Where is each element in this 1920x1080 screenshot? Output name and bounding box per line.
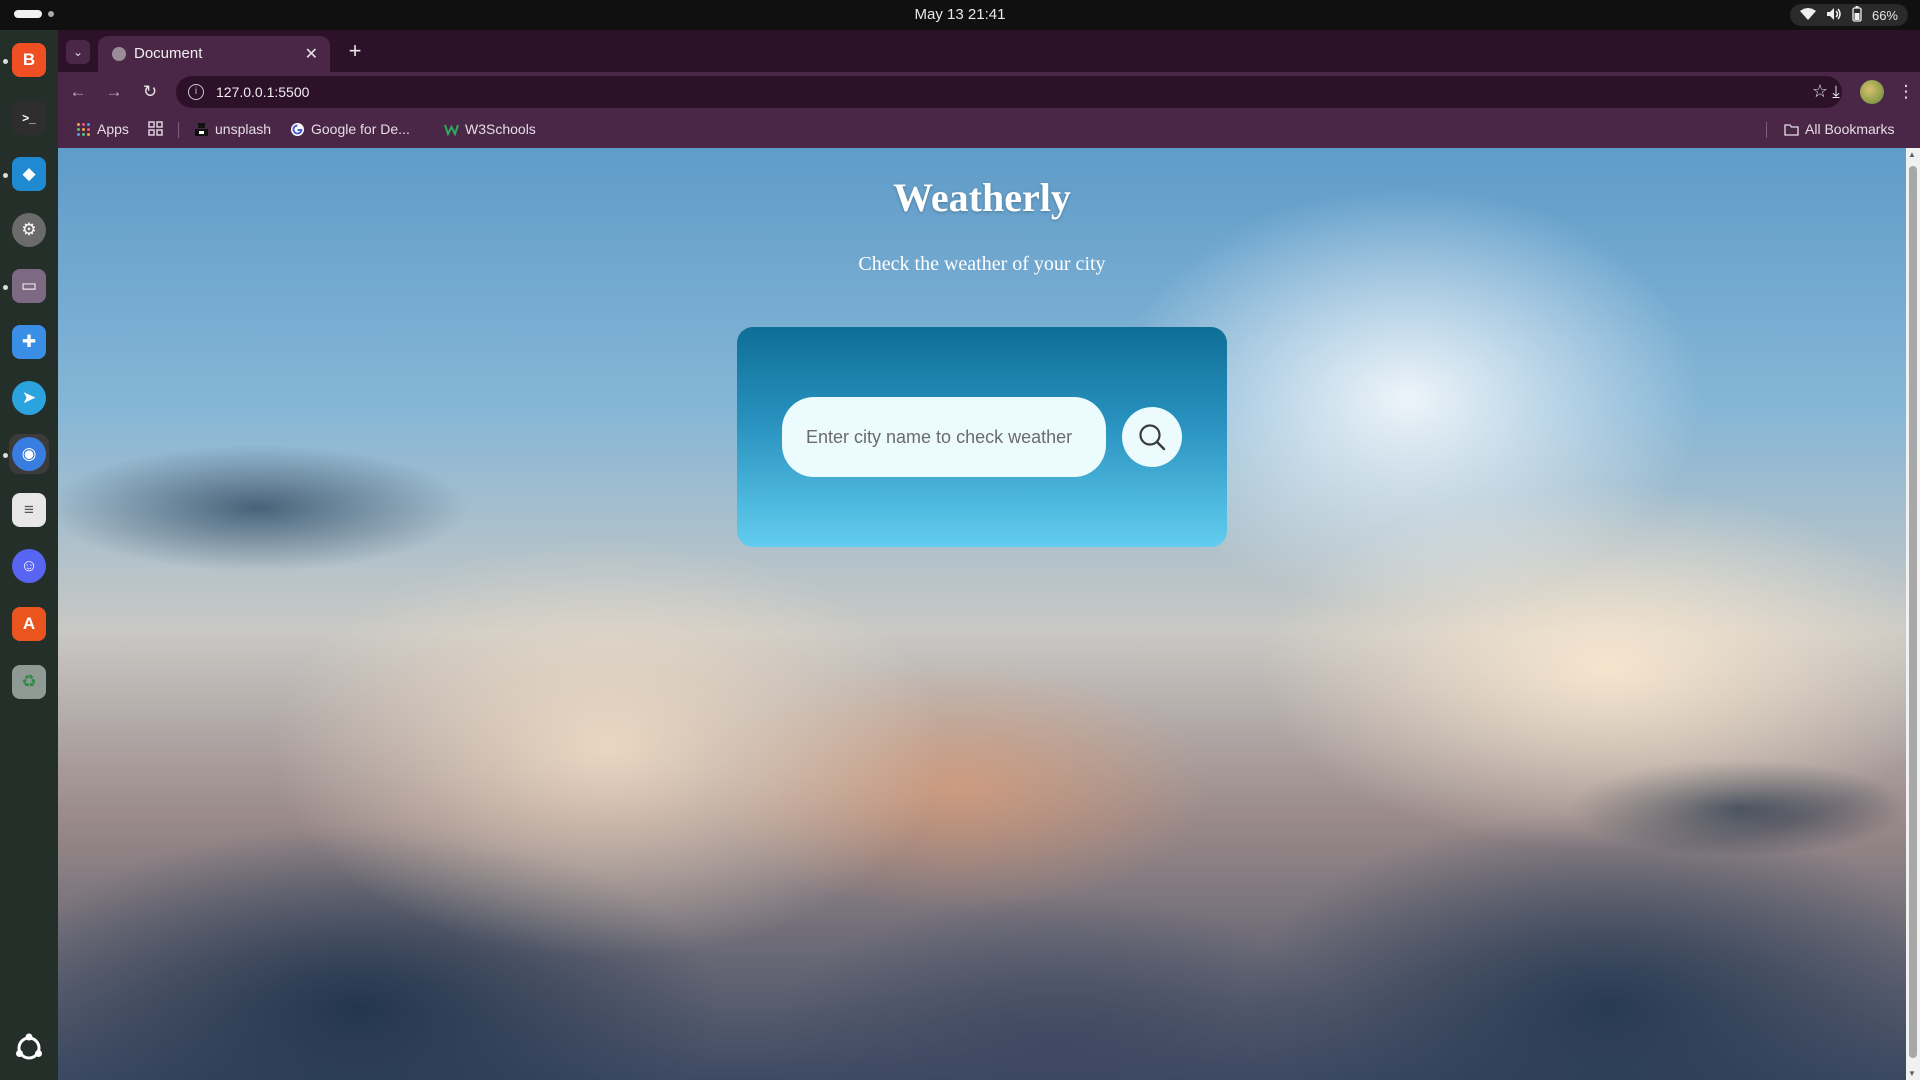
tab-strip: ⌄ Document ✕ + bbox=[58, 30, 1920, 72]
search-button[interactable] bbox=[1122, 407, 1182, 467]
ubuntu-logo-icon bbox=[16, 1033, 42, 1060]
browser-window: ⌄ Document ✕ + ← → ↻ i 127.0.0.1:5500 ☆ … bbox=[58, 30, 1920, 1080]
volume-icon bbox=[1826, 7, 1842, 24]
tab-title: Document bbox=[134, 45, 203, 62]
page-subtitle: Check the weather of your city bbox=[858, 253, 1106, 275]
bookmark-label: All Bookmarks bbox=[1805, 121, 1895, 137]
dock-files[interactable]: ▭ bbox=[9, 266, 49, 306]
bookmark-label: W3Schools bbox=[465, 121, 536, 137]
forward-button[interactable]: → bbox=[102, 80, 126, 104]
bookmark-unsplash[interactable]: unsplash bbox=[194, 121, 271, 137]
text-editor-icon: ≡ bbox=[12, 493, 46, 527]
dock-vscode[interactable]: ◆ bbox=[9, 154, 49, 194]
system-clock[interactable]: May 13 21:41 bbox=[0, 6, 1920, 23]
reload-icon: ↻ bbox=[142, 82, 158, 101]
bookmark-separator bbox=[178, 122, 179, 138]
address-bar[interactable]: i 127.0.0.1:5500 ☆ bbox=[176, 76, 1842, 108]
scroll-up-icon[interactable]: ▲ bbox=[1908, 150, 1916, 159]
dock-telegram[interactable]: ➤ bbox=[9, 378, 49, 418]
bookmark-separator bbox=[1766, 122, 1767, 138]
page-title: Weatherly bbox=[893, 175, 1071, 220]
tab-groups-icon bbox=[148, 121, 163, 136]
battery-percent: 66% bbox=[1871, 7, 1898, 23]
bookmark-apps[interactable]: Apps bbox=[76, 121, 129, 137]
system-top-bar: May 13 21:41 66% bbox=[0, 0, 1920, 30]
search-icon bbox=[1139, 424, 1166, 451]
running-indicator bbox=[3, 173, 8, 178]
wifi-icon bbox=[1799, 7, 1816, 23]
tab-document[interactable]: Document ✕ bbox=[98, 36, 330, 72]
dock-discord[interactable]: ☺ bbox=[9, 546, 49, 586]
w3schools-icon bbox=[444, 124, 459, 137]
terminal-icon: >_ bbox=[12, 101, 46, 135]
telegram-icon: ➤ bbox=[12, 381, 46, 415]
new-tab-button[interactable]: + bbox=[342, 38, 368, 64]
brave-icon: B bbox=[12, 43, 46, 77]
city-search-input[interactable] bbox=[782, 397, 1106, 477]
running-indicator bbox=[3, 453, 8, 458]
vscode-icon: ◆ bbox=[12, 157, 46, 191]
browser-toolbar: ← → ↻ i 127.0.0.1:5500 ☆ ⤓ ⋮ bbox=[58, 72, 1920, 112]
bookmark-label: unsplash bbox=[215, 121, 272, 137]
google-icon bbox=[291, 122, 304, 136]
dock-settings[interactable]: ⚙ bbox=[9, 210, 49, 250]
url-text[interactable]: 127.0.0.1:5500 bbox=[216, 84, 309, 100]
dock-app-center[interactable]: A bbox=[9, 604, 49, 644]
close-tab-icon[interactable]: ✕ bbox=[305, 44, 318, 64]
folder-icon bbox=[1784, 123, 1799, 136]
arrow-left-icon: ← bbox=[69, 82, 87, 101]
chevron-down-icon: ⌄ bbox=[72, 45, 84, 59]
bookmark-label: Google for De... bbox=[311, 121, 410, 137]
all-bookmarks-button[interactable]: All Bookmarks bbox=[1784, 121, 1894, 137]
discord-icon: ☺ bbox=[12, 549, 46, 583]
tab-search-button[interactable]: ⌄ bbox=[66, 40, 90, 64]
scrollbar-thumb[interactable] bbox=[1909, 166, 1917, 1058]
bookmark-google-for-developers[interactable]: Google for De... bbox=[290, 121, 410, 137]
show-apps-button[interactable] bbox=[9, 1028, 49, 1068]
dock-extensions[interactable]: ✚ bbox=[9, 322, 49, 362]
dock-chrome[interactable]: ◉ bbox=[9, 434, 49, 474]
back-button[interactable]: ← bbox=[66, 80, 90, 104]
dock-terminal[interactable]: >_ bbox=[9, 98, 49, 138]
chrome-icon: ◉ bbox=[12, 437, 46, 471]
running-indicator bbox=[3, 59, 8, 64]
dock-brave[interactable]: B bbox=[9, 40, 49, 80]
battery-icon bbox=[1852, 5, 1862, 25]
system-status-menu[interactable]: 66% bbox=[1789, 4, 1908, 26]
arrow-right-icon: → bbox=[105, 82, 123, 101]
trash-icon: ♻ bbox=[12, 665, 46, 699]
globe-icon bbox=[112, 47, 126, 61]
settings-icon: ⚙ bbox=[12, 213, 46, 247]
bookmark-label: Apps bbox=[97, 121, 129, 137]
page-scrollbar[interactable]: ▲ ▼ bbox=[1906, 148, 1920, 1080]
bookmarks-bar: Apps unsplash Google for De... W3Schools… bbox=[58, 112, 1920, 148]
reload-button[interactable]: ↻ bbox=[138, 80, 162, 104]
scroll-down-icon[interactable]: ▼ bbox=[1908, 1069, 1916, 1078]
extensions-icon: ✚ bbox=[12, 325, 46, 359]
dock-text-editor[interactable]: ≡ bbox=[9, 490, 49, 530]
kebab-menu-icon: ⋮ bbox=[1897, 82, 1915, 101]
running-indicator bbox=[3, 285, 8, 290]
files-icon: ▭ bbox=[12, 269, 46, 303]
downloads-button[interactable]: ⤓ bbox=[1824, 80, 1848, 104]
browser-menu-button[interactable]: ⋮ bbox=[1894, 80, 1918, 104]
app-center-icon: A bbox=[12, 607, 46, 641]
unsplash-icon bbox=[195, 122, 208, 136]
bookmark-w3schools[interactable]: W3Schools bbox=[444, 121, 536, 137]
bookmark-tab-groups[interactable] bbox=[148, 121, 163, 136]
apps-grid-icon bbox=[77, 122, 90, 136]
profile-avatar[interactable] bbox=[1860, 80, 1884, 104]
weather-search-card bbox=[737, 327, 1227, 547]
site-info-icon[interactable]: i bbox=[188, 84, 204, 100]
plus-icon: + bbox=[348, 38, 362, 63]
download-icon: ⤓ bbox=[1832, 82, 1840, 101]
page-viewport: Weatherly Check the weather of your city… bbox=[58, 148, 1920, 1080]
application-dock: B >_ ◆ ⚙ ▭ ✚ ➤ ◉ ≡ ☺ A ♻ bbox=[0, 30, 58, 1080]
dock-trash[interactable]: ♻ bbox=[9, 662, 49, 702]
